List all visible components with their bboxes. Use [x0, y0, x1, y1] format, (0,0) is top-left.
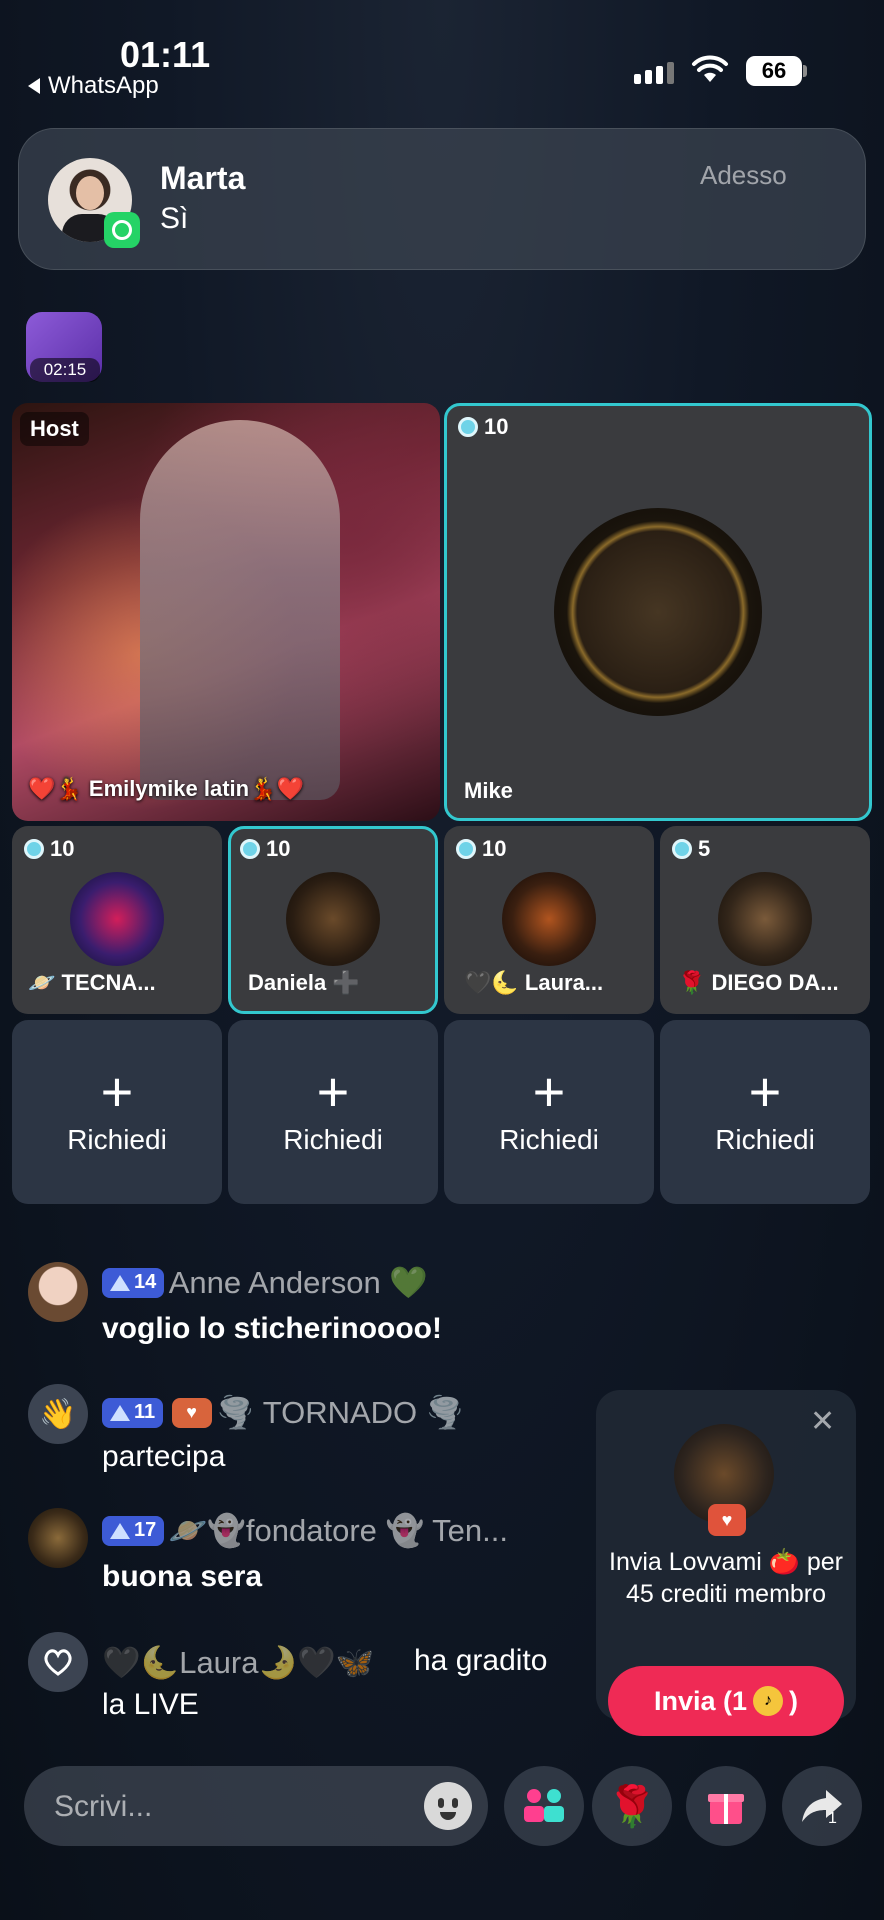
guest-score-value: 10 — [50, 836, 75, 861]
back-arrow-icon — [28, 78, 40, 94]
level-badge: 11 — [102, 1397, 164, 1428]
request-label: Richiedi — [715, 1124, 815, 1155]
chat-username[interactable]: Anne Anderson 💚 — [169, 1265, 428, 1300]
battery-cap — [803, 65, 807, 77]
chat-username[interactable]: 🖤🌜Laura🌛🖤🦋 — [102, 1644, 374, 1681]
wifi-icon — [692, 55, 728, 82]
gem-icon — [456, 839, 476, 859]
guest-avatar — [286, 872, 380, 966]
guest-score-value: 10 — [484, 414, 509, 439]
emoji-icon[interactable] — [424, 1782, 472, 1830]
timer-countdown: 02:15 — [30, 358, 100, 382]
chat-message: voglio lo sticherinoooo! — [102, 1312, 442, 1345]
send-gift-button[interactable]: Invia (1 ♪ ) — [608, 1666, 844, 1736]
chat-header: 11 ♥ 🌪️ TORNADO 🌪️ — [102, 1394, 464, 1431]
notification-banner[interactable] — [18, 128, 866, 270]
notification-message: Sì — [160, 202, 189, 235]
whatsapp-icon — [104, 212, 140, 248]
comment-placeholder: Scrivi... — [54, 1790, 153, 1823]
gem-icon — [458, 417, 478, 437]
guest-name: 🪐 TECNA... — [28, 970, 156, 995]
cellular-signal-icon — [634, 62, 674, 84]
guest-score: 10 — [458, 414, 508, 440]
notification-time: Adesso — [700, 160, 787, 190]
send-gift-suffix: ) — [789, 1685, 799, 1716]
guest-avatar — [502, 872, 596, 966]
guest-score: 10 — [240, 836, 290, 862]
coin-icon: ♪ — [753, 1686, 784, 1716]
guest-name: Daniela ➕ — [248, 970, 360, 995]
heart-icon — [28, 1632, 88, 1692]
status-time: 01:11 — [120, 34, 211, 75]
guest-score: 5 — [672, 836, 710, 862]
level-badge: 14 — [102, 1267, 165, 1298]
guest-score-value: 5 — [698, 836, 711, 861]
notification-sender: Marta — [160, 160, 246, 196]
host-label: Host — [20, 412, 89, 446]
rose-gift-icon[interactable]: 🌹 — [592, 1766, 672, 1846]
battery-indicator: 66 — [746, 56, 802, 86]
guest-score-value: 10 — [482, 836, 507, 861]
guest-name: 🌹 DIEGO DA... — [678, 970, 839, 995]
guest-avatar — [554, 508, 762, 716]
request-slot-button[interactable]: + Richiedi — [228, 1020, 438, 1204]
guest-score: 10 — [456, 836, 506, 862]
request-slot-button[interactable]: + Richiedi — [12, 1020, 222, 1204]
guest-name: 🖤🌜 Laura... — [464, 970, 604, 995]
chat-message: la LIVE — [102, 1688, 199, 1721]
chat-message: partecipa — [102, 1440, 226, 1473]
chat-username[interactable]: 🌪️ TORNADO 🌪️ — [216, 1395, 464, 1430]
chat-message-inline: ha gradito — [414, 1644, 548, 1677]
chat-message: buona sera — [102, 1560, 263, 1593]
back-to-app-link[interactable]: WhatsApp — [28, 72, 159, 100]
send-gift-label: Invia (1 — [653, 1685, 748, 1716]
chat-header: 14 Anne Anderson 💚 — [102, 1264, 428, 1301]
plus-icon: + — [100, 1060, 134, 1123]
plus-icon: + — [748, 1060, 782, 1123]
gift-icon[interactable] — [686, 1766, 766, 1846]
request-label: Richiedi — [283, 1124, 383, 1155]
wave-icon: 👋 — [28, 1384, 88, 1444]
chat-username[interactable]: 🪐👻fondatore 👻 Ten... — [169, 1513, 508, 1548]
plus-icon: + — [532, 1060, 566, 1123]
guest-avatar — [70, 872, 164, 966]
back-app-label: WhatsApp — [48, 72, 159, 99]
request-slot-button[interactable]: + Richiedi — [660, 1020, 870, 1204]
request-label: Richiedi — [67, 1124, 167, 1155]
chat-avatar[interactable] — [28, 1508, 88, 1568]
chat-avatar[interactable] — [28, 1262, 88, 1322]
close-icon[interactable]: ✕ — [810, 1404, 835, 1439]
guest-score: 10 — [24, 836, 74, 862]
level-badge: 17 — [102, 1515, 165, 1546]
host-name: ❤️💃 Emilymike latin💃❤️ — [28, 776, 304, 801]
heart-badge-icon: ♥ — [708, 1504, 746, 1536]
request-slot-button[interactable]: + Richiedi — [444, 1020, 654, 1204]
guest-avatar — [718, 872, 812, 966]
gem-icon — [240, 839, 260, 859]
host-video-figure — [140, 420, 340, 800]
gift-description: Invia Lovvami 🍅 per 45 crediti membro — [609, 1548, 843, 1608]
guests-icon[interactable] — [504, 1766, 584, 1846]
guest-score-value: 10 — [266, 836, 291, 861]
gem-icon — [24, 839, 44, 859]
guest-name: Mike — [464, 778, 513, 803]
heart-badge-icon: ♥ — [171, 1397, 212, 1428]
chat-header: 17 🪐👻fondatore 👻 Ten... — [102, 1512, 582, 1549]
share-icon[interactable] — [782, 1766, 862, 1846]
plus-icon: + — [316, 1060, 350, 1123]
share-count: 1 — [828, 1810, 837, 1827]
gem-icon — [672, 839, 692, 859]
request-label: Richiedi — [499, 1124, 599, 1155]
